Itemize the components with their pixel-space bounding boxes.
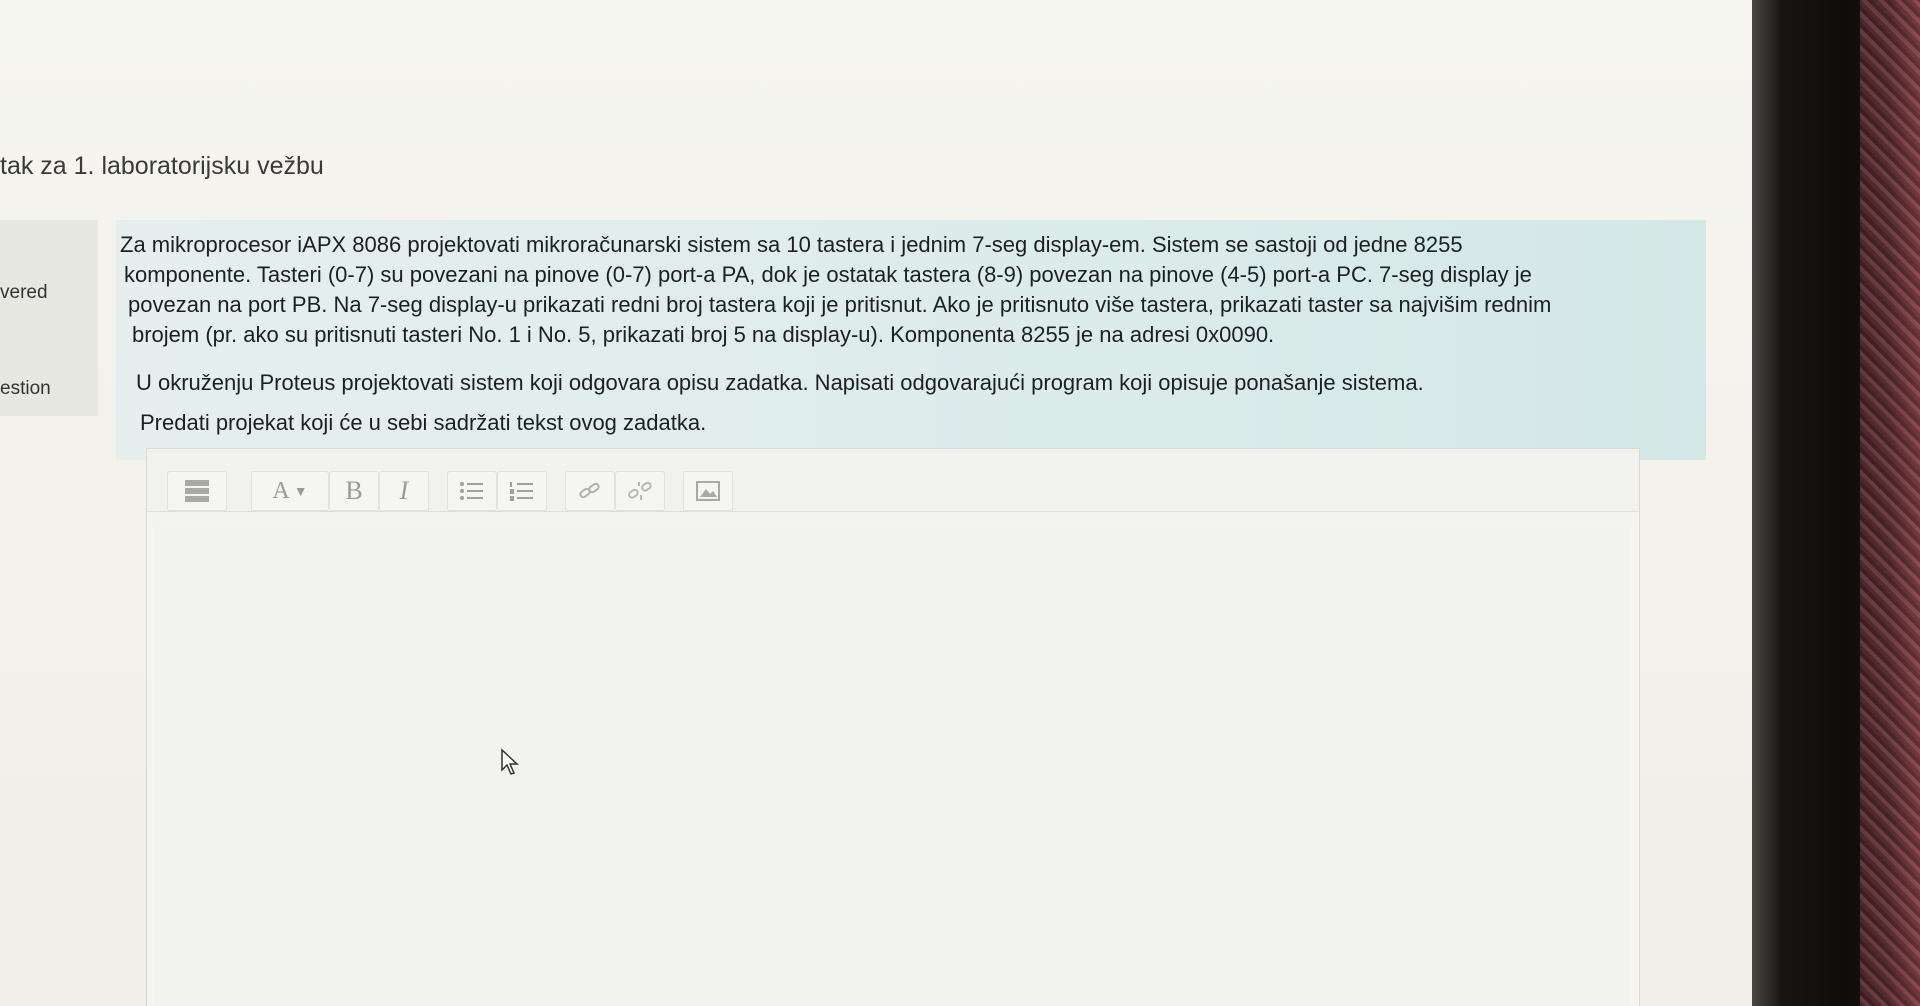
unlink-icon (628, 481, 652, 500)
question-instruction: U okruženju Proteus projektovati sistem … (136, 370, 1424, 395)
question-line: povezan na port PB. Na 7-seg display-u p… (128, 292, 1552, 317)
answer-text-area[interactable] (155, 521, 1631, 1006)
insert-image-button[interactable] (683, 471, 733, 511)
italic-icon: I (399, 476, 409, 505)
question-line: Za mikroprocesor iAPX 8086 projektovati … (120, 232, 1463, 257)
unordered-list-button[interactable] (447, 471, 497, 511)
monitor-screen: tak za 1. laboratorijsku vežbu vered est… (0, 0, 1752, 1006)
question-instruction: Predati projekat koji će u sebi sadržati… (140, 410, 707, 435)
link-icon (579, 482, 600, 499)
toolbar-toggle-button[interactable] (167, 471, 227, 511)
background-fabric (1860, 0, 1920, 1006)
answer-editor: A ▼ B I (146, 448, 1640, 1006)
paragraph-styles-button[interactable]: A ▼ (251, 471, 329, 511)
chevron-down-icon: ▼ (293, 483, 308, 499)
question-line: komponente. Tasteri (0-7) su povezani na… (124, 262, 1532, 287)
image-icon (696, 481, 720, 501)
ordered-list-button[interactable] (497, 471, 547, 511)
question-text-panel: Za mikroprocesor iAPX 8086 projektovati … (116, 220, 1706, 460)
bold-button[interactable]: B (329, 471, 379, 511)
insert-link-button[interactable] (565, 471, 615, 511)
question-status-label: vered (0, 282, 48, 303)
remove-link-button[interactable] (615, 471, 665, 511)
bold-icon: B (345, 476, 363, 505)
flag-question-link[interactable]: estion (0, 378, 51, 400)
mouse-pointer-icon (500, 748, 522, 781)
question-line: brojem (pr. ako su pritisnuti tasteri No… (132, 322, 1275, 347)
page-title: tak za 1. laboratorijsku vežbu (0, 152, 324, 180)
editor-toolbar: A ▼ B I (147, 449, 1639, 512)
question-info-panel: vered estion (0, 220, 98, 416)
italic-button[interactable]: I (379, 471, 429, 511)
ordered-list-icon (510, 482, 533, 501)
font-style-icon: A (272, 477, 290, 504)
toolbar-toggle-icon (185, 480, 209, 502)
unordered-list-icon (460, 482, 483, 500)
